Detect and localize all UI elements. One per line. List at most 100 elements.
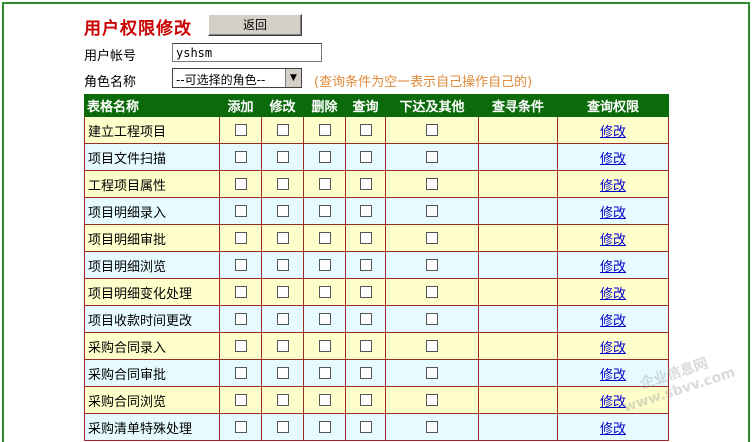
add-checkbox[interactable] [234, 367, 247, 379]
query-condition-cell[interactable] [478, 305, 558, 333]
delete-checkbox[interactable] [318, 367, 331, 379]
table-name-cell: 项目收款时间更改 [84, 305, 220, 333]
edit-link[interactable]: 修改 [600, 260, 626, 275]
query-permission-cell: 修改 [557, 224, 669, 252]
permissions-table: 表格名称 添加 修改 删除 查询 下达及其他 查寻条件 查询权限 建立工程项目修… [84, 94, 669, 441]
modify-checkbox[interactable] [276, 124, 289, 136]
query-checkbox[interactable] [359, 232, 372, 244]
add-checkbox[interactable] [234, 286, 247, 298]
account-input[interactable] [172, 43, 322, 62]
edit-link[interactable]: 修改 [600, 179, 626, 194]
delete-checkbox[interactable] [318, 421, 331, 433]
edit-link[interactable]: 修改 [600, 287, 626, 302]
add-checkbox[interactable] [234, 124, 247, 136]
query-condition-cell[interactable] [478, 251, 558, 279]
query-checkbox[interactable] [359, 286, 372, 298]
modify-checkbox[interactable] [276, 151, 289, 163]
dispatch-checkbox[interactable] [426, 178, 438, 190]
query-checkbox[interactable] [359, 313, 372, 325]
modify-checkbox[interactable] [276, 421, 289, 433]
dispatch-checkbox[interactable] [426, 124, 438, 136]
edit-link[interactable]: 修改 [600, 422, 626, 437]
dispatch-checkbox[interactable] [426, 232, 438, 244]
modify-checkbox[interactable] [276, 286, 289, 298]
add-checkbox[interactable] [234, 340, 247, 352]
dispatch-cell [385, 278, 479, 306]
dispatch-checkbox[interactable] [426, 394, 438, 406]
delete-checkbox[interactable] [318, 205, 331, 217]
modify-checkbox[interactable] [276, 313, 289, 325]
add-checkbox[interactable] [234, 205, 247, 217]
query-checkbox[interactable] [359, 178, 372, 190]
query-cell [345, 197, 386, 225]
query-permission-cell: 修改 [557, 332, 669, 360]
query-condition-cell[interactable] [478, 170, 558, 198]
query-checkbox[interactable] [359, 205, 372, 217]
modify-cell [261, 278, 304, 306]
modify-cell [261, 197, 304, 225]
modify-checkbox[interactable] [276, 178, 289, 190]
add-checkbox[interactable] [234, 421, 247, 433]
query-condition-cell[interactable] [478, 386, 558, 414]
add-checkbox[interactable] [234, 259, 247, 271]
table-name-cell: 采购合同审批 [84, 359, 220, 387]
dispatch-checkbox[interactable] [426, 259, 438, 271]
query-condition-cell[interactable] [478, 116, 558, 144]
query-condition-cell[interactable] [478, 413, 558, 441]
modify-checkbox[interactable] [276, 367, 289, 379]
table-row: 项目明细浏览 修改 [84, 251, 669, 279]
edit-link[interactable]: 修改 [600, 314, 626, 329]
query-checkbox[interactable] [359, 151, 372, 163]
modify-checkbox[interactable] [276, 394, 289, 406]
dispatch-checkbox[interactable] [426, 340, 438, 352]
delete-checkbox[interactable] [318, 313, 331, 325]
query-condition-cell[interactable] [478, 197, 558, 225]
dispatch-cell [385, 143, 479, 171]
modify-checkbox[interactable] [276, 232, 289, 244]
modify-checkbox[interactable] [276, 259, 289, 271]
chevron-down-icon[interactable]: ▼ [285, 69, 301, 87]
edit-link[interactable]: 修改 [600, 152, 626, 167]
back-button[interactable]: 返回 [208, 14, 302, 36]
query-checkbox[interactable] [359, 421, 372, 433]
dispatch-checkbox[interactable] [426, 367, 438, 379]
dispatch-checkbox[interactable] [426, 421, 438, 433]
dispatch-checkbox[interactable] [426, 313, 438, 325]
query-condition-cell[interactable] [478, 332, 558, 360]
add-checkbox[interactable] [234, 313, 247, 325]
edit-link[interactable]: 修改 [600, 233, 626, 248]
add-checkbox[interactable] [234, 232, 247, 244]
delete-checkbox[interactable] [318, 232, 331, 244]
edit-link[interactable]: 修改 [600, 125, 626, 140]
add-checkbox[interactable] [234, 178, 247, 190]
add-cell [219, 359, 262, 387]
query-checkbox[interactable] [359, 259, 372, 271]
delete-checkbox[interactable] [318, 124, 331, 136]
edit-link[interactable]: 修改 [600, 341, 626, 356]
query-condition-cell[interactable] [478, 278, 558, 306]
query-checkbox[interactable] [359, 124, 372, 136]
query-condition-cell[interactable] [478, 224, 558, 252]
dispatch-checkbox[interactable] [426, 205, 438, 217]
query-condition-cell[interactable] [478, 359, 558, 387]
delete-checkbox[interactable] [318, 151, 331, 163]
modify-checkbox[interactable] [276, 340, 289, 352]
delete-checkbox[interactable] [318, 178, 331, 190]
query-condition-cell[interactable] [478, 143, 558, 171]
delete-cell [303, 170, 346, 198]
dispatch-checkbox[interactable] [426, 151, 438, 163]
dispatch-cell [385, 170, 479, 198]
query-checkbox[interactable] [359, 394, 372, 406]
dispatch-checkbox[interactable] [426, 286, 438, 298]
edit-link[interactable]: 修改 [600, 206, 626, 221]
add-checkbox[interactable] [234, 394, 247, 406]
query-checkbox[interactable] [359, 367, 372, 379]
delete-checkbox[interactable] [318, 286, 331, 298]
role-select[interactable]: --可选择的角色-- ▼ [172, 68, 302, 88]
delete-checkbox[interactable] [318, 340, 331, 352]
query-checkbox[interactable] [359, 340, 372, 352]
add-checkbox[interactable] [234, 151, 247, 163]
modify-checkbox[interactable] [276, 205, 289, 217]
delete-checkbox[interactable] [318, 259, 331, 271]
delete-checkbox[interactable] [318, 394, 331, 406]
